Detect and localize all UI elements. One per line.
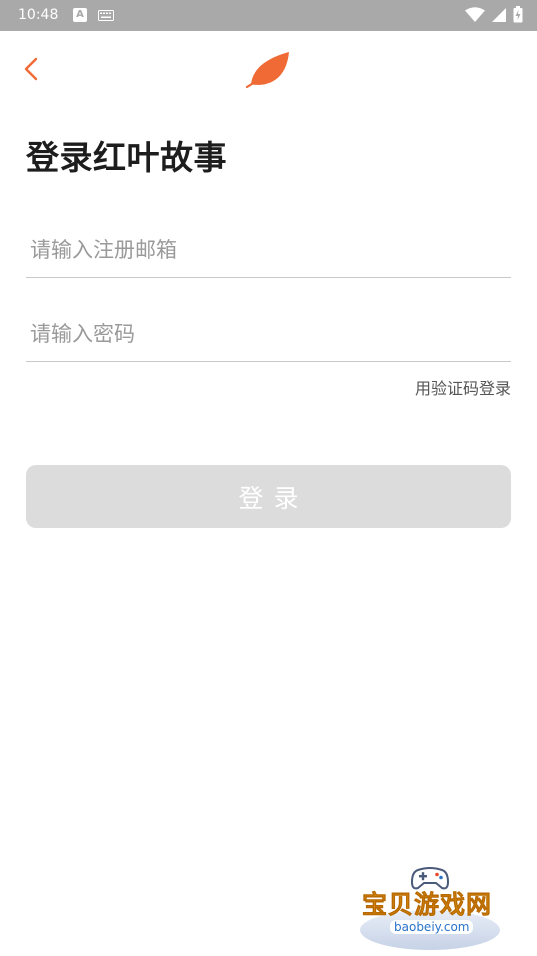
status-bar: 10:48 A (0, 0, 537, 31)
notification-a-icon: A (73, 8, 87, 22)
email-input[interactable] (26, 222, 511, 278)
verification-code-login-link[interactable]: 用验证码登录 (415, 378, 511, 400)
login-button[interactable]: 登录 (26, 465, 511, 528)
watermark-logo: 宝贝游戏网 baobeiy.com (360, 862, 506, 952)
page-title: 登录红叶故事 (26, 138, 227, 177)
back-button[interactable] (14, 52, 48, 86)
status-time: 10:48 (18, 7, 59, 23)
wifi-icon (465, 6, 485, 22)
watermark-text: 宝贝游戏网 (362, 890, 493, 920)
leaf-icon (245, 52, 289, 89)
status-icons (465, 6, 523, 23)
chevron-left-icon (24, 57, 38, 81)
password-input[interactable] (26, 306, 511, 362)
watermark-url: baobeiy.com (390, 920, 474, 934)
battery-icon (513, 6, 523, 23)
keyboard-icon (98, 10, 114, 21)
signal-icon (492, 7, 506, 22)
